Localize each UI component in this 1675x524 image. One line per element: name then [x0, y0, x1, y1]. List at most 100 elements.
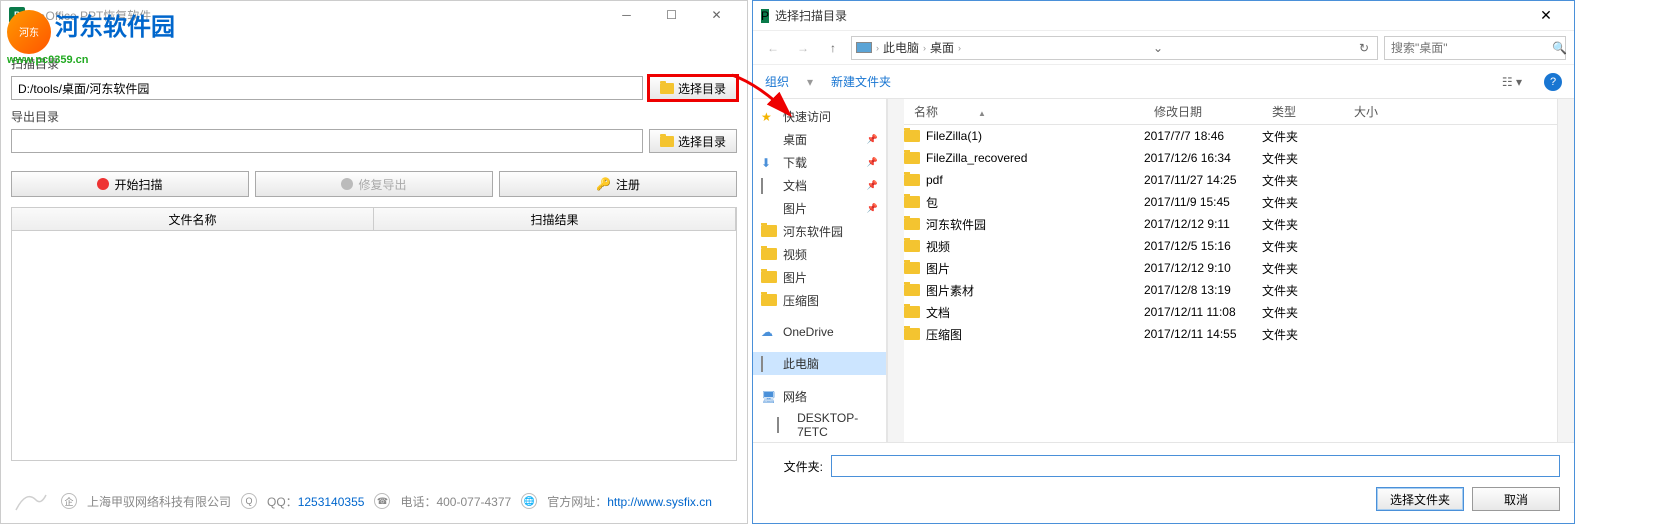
close-button[interactable]: ✕ — [694, 1, 739, 29]
folder-icon — [904, 196, 920, 208]
file-row[interactable]: 图片素材2017/12/8 13:19文件夹 — [904, 279, 1557, 301]
tree-item[interactable]: 桌面📌 — [753, 128, 886, 151]
company-logo-icon — [11, 485, 51, 517]
browse-label: 选择目录 — [678, 80, 726, 97]
col-type-header[interactable]: 类型 — [1262, 103, 1344, 120]
play-icon — [97, 178, 109, 190]
file-row[interactable]: FileZilla_recovered2017/12/6 16:34文件夹 — [904, 147, 1557, 169]
tree-item[interactable]: DESKTOP-7ETC — [753, 408, 886, 442]
tree-item[interactable]: 压缩图 — [753, 289, 886, 312]
tree-item-label: 图片 — [783, 200, 807, 217]
col-date-header[interactable]: 修改日期 — [1144, 103, 1262, 120]
tree-item[interactable]: 文档📌 — [753, 174, 886, 197]
pin-icon: 📌 — [867, 203, 878, 214]
tree-item[interactable]: ⬇下载📌 — [753, 151, 886, 174]
folder-icon — [904, 174, 920, 186]
pc-icon — [777, 418, 791, 432]
footer: 企 上海甲驭网络科技有限公司 Q QQ：1253140355 ☎ 电话：400-… — [11, 485, 737, 517]
search-box[interactable]: 🔍 — [1384, 36, 1566, 60]
file-date: 2017/12/11 11:08 — [1144, 305, 1262, 319]
breadcrumb-segment[interactable]: 桌面 — [930, 39, 954, 56]
tree-item[interactable]: ★快速访问 — [753, 105, 886, 128]
file-name: FileZilla_recovered — [926, 151, 1027, 165]
folder-name-input[interactable] — [831, 455, 1560, 477]
folder-name-label: 文件夹: — [767, 458, 823, 475]
search-icon: 🔍 — [1552, 41, 1567, 55]
pin-icon: 📌 — [867, 134, 878, 145]
pic-icon — [761, 202, 777, 216]
file-row[interactable]: 文档2017/12/11 11:08文件夹 — [904, 301, 1557, 323]
chevron-right-icon: › — [958, 43, 961, 53]
window-title: ●●Office PPT恢复软件 — [31, 7, 604, 24]
scan-dir-input[interactable] — [11, 76, 643, 100]
export-dir-label: 导出目录 — [11, 108, 737, 125]
tree-item[interactable]: 图片 — [753, 266, 886, 289]
file-row[interactable]: 包2017/11/9 15:45文件夹 — [904, 191, 1557, 213]
file-row[interactable]: 河东软件园2017/12/12 9:11文件夹 — [904, 213, 1557, 235]
nav-tree[interactable]: ★快速访问桌面📌⬇下载📌文档📌图片📌河东软件园视频图片压缩图☁OneDrive此… — [753, 99, 887, 442]
folder-icon — [660, 83, 674, 94]
export-dir-input[interactable] — [11, 129, 643, 153]
qq-link[interactable]: 1253140355 — [298, 495, 365, 509]
file-row[interactable]: 视频2017/12/5 15:16文件夹 — [904, 235, 1557, 257]
tree-item[interactable]: 🖥网络 — [753, 385, 886, 408]
minimize-button[interactable]: ─ — [604, 1, 649, 29]
breadcrumb-segment[interactable]: 此电脑 — [883, 39, 919, 56]
file-type: 文件夹 — [1262, 260, 1344, 277]
file-scrollbar[interactable] — [1557, 99, 1574, 442]
dialog-close-button[interactable]: ✕ — [1526, 2, 1566, 30]
nav-forward-button[interactable]: → — [791, 36, 815, 60]
tree-item-label: 压缩图 — [783, 292, 819, 309]
export-dir-browse-button[interactable]: 选择目录 — [649, 129, 737, 153]
pc-icon — [856, 42, 872, 53]
new-folder-button[interactable]: 新建文件夹 — [831, 73, 891, 90]
tree-item[interactable]: 此电脑 — [753, 352, 886, 375]
select-folder-button[interactable]: 选择文件夹 — [1376, 487, 1464, 511]
refresh-button[interactable]: ↻ — [1355, 41, 1373, 55]
start-scan-button[interactable]: 开始扫描 — [11, 171, 249, 197]
file-row[interactable]: 图片2017/12/12 9:10文件夹 — [904, 257, 1557, 279]
nav-back-button[interactable]: ← — [761, 36, 785, 60]
search-input[interactable] — [1391, 41, 1546, 55]
scan-dir-label: 扫描目录 — [11, 55, 737, 72]
folder-icon — [761, 271, 777, 285]
organize-menu[interactable]: 组织 — [765, 73, 789, 90]
help-button[interactable]: ? — [1544, 73, 1562, 91]
chevron-right-icon: › — [876, 43, 879, 53]
cloud-icon: ☁ — [761, 325, 777, 339]
file-type: 文件夹 — [1262, 282, 1344, 299]
file-row[interactable]: pdf2017/11/27 14:25文件夹 — [904, 169, 1557, 191]
file-row[interactable]: FileZilla(1)2017/7/7 18:46文件夹 — [904, 125, 1557, 147]
file-date: 2017/7/7 18:46 — [1144, 129, 1262, 143]
col-scanresult[interactable]: 扫描结果 — [374, 208, 736, 230]
file-row[interactable]: 压缩图2017/12/11 14:55文件夹 — [904, 323, 1557, 345]
tree-item-label: 文档 — [783, 177, 807, 194]
file-list[interactable]: FileZilla(1)2017/7/7 18:46文件夹 FileZilla_r… — [904, 125, 1557, 442]
phone-icon: ☎ — [374, 493, 390, 509]
file-date: 2017/11/27 14:25 — [1144, 173, 1262, 187]
tree-scrollbar[interactable] — [887, 99, 904, 442]
nav-up-button[interactable]: ↑ — [821, 36, 845, 60]
maximize-button[interactable]: ☐ — [649, 1, 694, 29]
repair-export-button[interactable]: 修复导出 — [255, 171, 493, 197]
col-size-header[interactable]: 大小 — [1344, 103, 1424, 120]
tree-item[interactable]: 图片 📌 — [753, 197, 886, 220]
file-date: 2017/12/6 16:34 — [1144, 151, 1262, 165]
chevron-right-icon: › — [923, 43, 926, 53]
register-button[interactable]: 🔑 注册 — [499, 171, 737, 197]
view-options-button[interactable]: ☷ ▾ — [1498, 73, 1526, 91]
file-name: 文档 — [926, 304, 950, 321]
tree-item[interactable]: 视频 — [753, 243, 886, 266]
cancel-button[interactable]: 取消 — [1472, 487, 1560, 511]
address-bar[interactable]: › 此电脑 › 桌面 › ⌄ ↻ — [851, 36, 1378, 60]
tree-item[interactable]: ☁OneDrive — [753, 322, 886, 342]
col-filename[interactable]: 文件名称 — [12, 208, 374, 230]
scan-dir-browse-button[interactable]: 选择目录 — [649, 76, 737, 100]
main-window: 河东河东软件园 www.pc0359.cn P ●●Office PPT恢复软件… — [0, 0, 748, 524]
tree-item[interactable]: 河东软件园 — [753, 220, 886, 243]
pc-icon — [761, 357, 777, 371]
col-name-header[interactable]: 名称▲ — [904, 103, 1144, 120]
site-link[interactable]: http://www.sysfix.cn — [607, 495, 712, 509]
tree-item-label: 图片 — [783, 269, 807, 286]
address-dropdown-button[interactable]: ⌄ — [1149, 41, 1167, 55]
